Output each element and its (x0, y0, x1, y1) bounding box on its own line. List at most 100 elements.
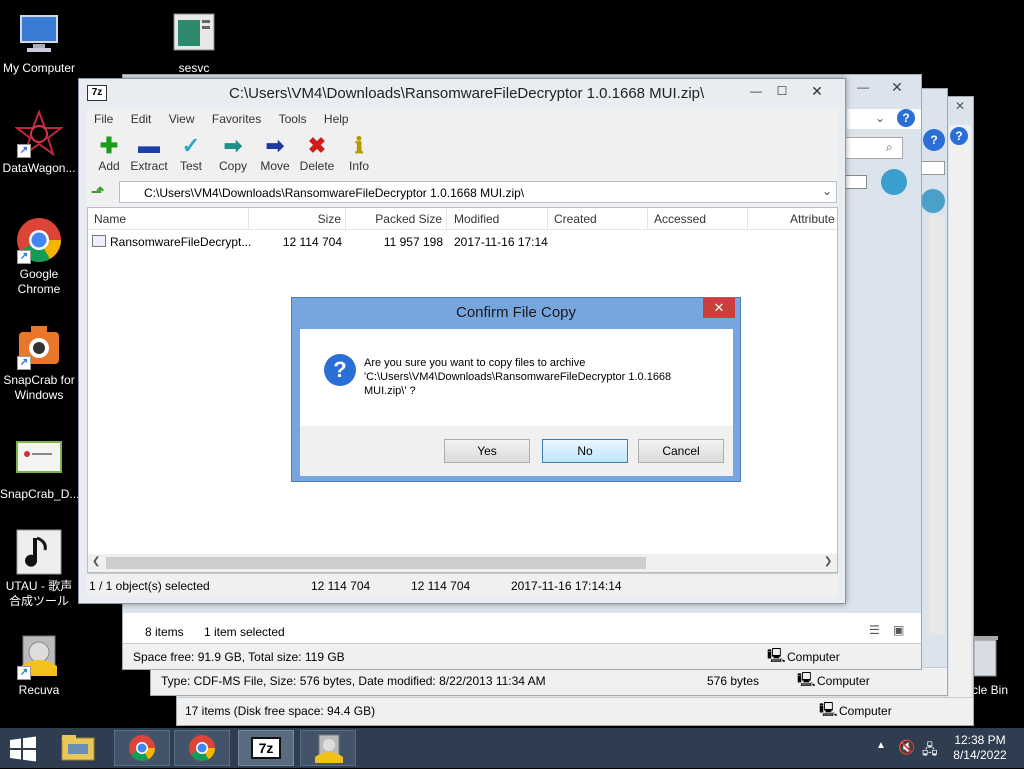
help-icon[interactable]: ? (950, 127, 968, 145)
column-header-row: Name Size Packed Size Modified Created A… (88, 208, 837, 230)
copy-icon: ➡ (223, 133, 243, 158)
view-icon[interactable] (845, 175, 867, 189)
column-name[interactable]: Name (94, 208, 249, 230)
column-modified[interactable]: Modified (454, 208, 548, 230)
dialog-close-button[interactable]: ✕ (703, 298, 735, 318)
close-button[interactable]: ✕ (875, 77, 919, 97)
yes-button[interactable]: Yes (444, 439, 530, 463)
move-button[interactable]: ➡ Move (253, 133, 297, 173)
minimize-button[interactable]: — (849, 77, 877, 97)
copy-button[interactable]: ➡ Copy (211, 133, 255, 173)
scroll-left-icon[interactable]: ❮ (92, 556, 100, 567)
chrome-icon (189, 735, 216, 761)
folder-icon (61, 735, 95, 761)
confirm-copy-dialog[interactable]: Confirm File Copy ✕ ? Are you sure you w… (291, 297, 741, 482)
desktop-icon-datawagon[interactable]: ↗ DataWagon... (0, 109, 78, 176)
start-button[interactable] (8, 736, 38, 762)
scroll-right-icon[interactable]: ❯ (824, 556, 832, 567)
clock[interactable]: 12:38 PM 8/14/2022 (944, 733, 1016, 763)
taskbar-recuva[interactable] (300, 730, 356, 766)
info-button[interactable]: ℹ Info (337, 133, 381, 173)
space-text: Space free: 91.9 GB, Total size: 119 GB (133, 650, 345, 664)
cell-size: 12 114 704 (282, 235, 342, 249)
dialog-body: ? Are you sure you want to copy files to… (300, 329, 733, 476)
search-icon[interactable]: ⌕ (886, 140, 893, 155)
delete-button[interactable]: ✖ Delete (295, 133, 339, 173)
extract-button[interactable]: ▬ Extract (127, 133, 171, 173)
desktop-icon-label: cle Bin (971, 683, 1009, 697)
clock-date: 8/14/2022 (953, 748, 1007, 762)
close-button[interactable]: ✕ (947, 97, 973, 117)
address-input[interactable]: C:\Users\VM4\Downloads\RansomwareFileDec… (119, 181, 837, 203)
cancel-button[interactable]: Cancel (638, 439, 724, 463)
desktop-icon-label: My Computer (2, 61, 76, 75)
size-text: 576 bytes (707, 674, 760, 688)
shortcut-arrow-icon: ↗ (17, 666, 31, 680)
menu-view[interactable]: View (162, 109, 202, 126)
add-icon: ✚ (99, 133, 119, 158)
desktop-icon-google-chrome[interactable]: ↗ Google Chrome (0, 216, 78, 297)
menu-tools[interactable]: Tools (272, 109, 314, 126)
desktop-icon-my-computer[interactable]: My Computer (0, 10, 78, 76)
up-folder-icon[interactable]: ⬏ (91, 184, 109, 202)
desktop-icon-label: DataWagon... (2, 161, 76, 175)
location-text: Computer (817, 674, 870, 688)
taskbar: 7z ▲ 🔇 🖧 12:38 PM 8/14/2022 (0, 728, 1024, 768)
minimize-button[interactable]: — (743, 81, 769, 101)
menu-help[interactable]: Help (317, 109, 356, 126)
close-button[interactable]: ✕ (795, 81, 839, 101)
extract-icon: ▬ (138, 133, 160, 158)
show-hidden-icons-chevron-icon[interactable]: ▲ (876, 740, 886, 751)
column-attributes[interactable]: Attribute (790, 208, 837, 230)
music-note-icon (15, 528, 63, 576)
desktop-icon-label: SnapCrab for Windows (3, 373, 75, 402)
column-packed-size[interactable]: Packed Size (347, 208, 447, 230)
no-button[interactable]: No (542, 439, 628, 463)
file-icon (170, 10, 218, 58)
help-icon[interactable]: ? (923, 129, 945, 151)
title-bar[interactable]: 7z C:\Users\VM4\Downloads\RansomwareFile… (79, 79, 845, 107)
taskbar-file-explorer[interactable] (50, 730, 106, 766)
maximize-button[interactable]: ☐ (769, 81, 795, 101)
dialog-message-area: ? Are you sure you want to copy files to… (300, 329, 733, 426)
computer-icon (15, 10, 63, 58)
file-icon (92, 235, 106, 247)
column-created[interactable]: Created (554, 208, 648, 230)
horizontal-scrollbar[interactable]: ❮ ❯ (88, 554, 837, 572)
status-packed: 12 114 704 (411, 579, 471, 593)
thumbnail-view-icon[interactable]: ▣ (893, 623, 904, 637)
details-view-icon[interactable]: ☰ (869, 623, 880, 637)
help-icon[interactable]: ? (897, 109, 915, 127)
scrollbar-thumb[interactable] (106, 557, 646, 569)
computer-icon: 🖳 (797, 671, 816, 687)
add-button[interactable]: ✚ Add (87, 133, 131, 173)
desktop-icon-sesvc[interactable]: sesvc (155, 10, 233, 76)
scrollbar[interactable] (929, 215, 945, 635)
status-selected: 1 item selected (204, 625, 285, 639)
network-icon[interactable]: 🖧 (922, 739, 938, 763)
menu-favorites[interactable]: Favorites (205, 109, 268, 126)
taskbar-chrome-1[interactable] (114, 730, 170, 766)
toolbar: ✚ Add ▬ Extract ✓ Test ➡ Copy ➡ Move ✖ D… (87, 129, 838, 179)
volume-muted-icon[interactable]: 🔇 (898, 739, 915, 756)
dialog-message-line1: Are you sure you want to copy files to a… (364, 357, 586, 369)
screenshot-file-icon (15, 436, 63, 484)
desktop-icon-snapcrab[interactable]: ↗ SnapCrab for Windows (0, 322, 78, 403)
menu-edit[interactable]: Edit (124, 109, 159, 126)
shortcut-arrow-icon: ↗ (17, 250, 31, 264)
chevron-down-icon[interactable]: ⌄ (822, 184, 832, 198)
shortcut-arrow-icon: ↗ (17, 356, 31, 370)
table-row[interactable]: RansomwareFileDecrypt... 12 114 704 11 9… (88, 232, 837, 252)
column-accessed[interactable]: Accessed (654, 208, 748, 230)
test-button[interactable]: ✓ Test (169, 133, 213, 173)
desktop-icon-snapcrab-d[interactable]: SnapCrab_D... (0, 436, 79, 502)
taskbar-chrome-2[interactable] (174, 730, 230, 766)
taskbar-7zip[interactable]: 7z (238, 730, 294, 766)
column-size[interactable]: Size (250, 208, 346, 230)
menu-file[interactable]: File (87, 109, 120, 126)
desktop-icon-utau[interactable]: UTAU - 歌声合成ツール (0, 528, 78, 609)
chevron-down-icon[interactable]: ⌄ (875, 111, 885, 125)
desktop-icon-recuva[interactable]: ↗ Recuva (0, 632, 78, 698)
computer-icon: 🖳 (767, 647, 786, 663)
7zip-icon: 7z (87, 85, 107, 101)
